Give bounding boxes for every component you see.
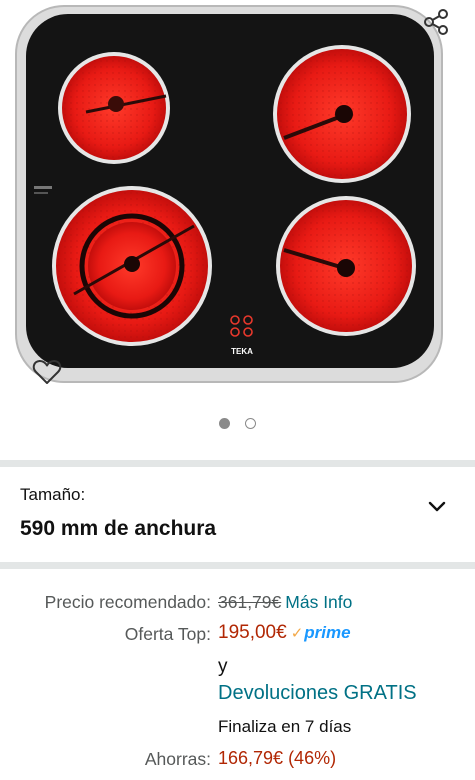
list-price: 361,79€: [218, 592, 282, 612]
list-price-label: Precio recomendado:: [44, 592, 211, 612]
image-gallery: TEKA: [0, 0, 475, 460]
deal-price-label: Oferta Top:: [124, 624, 211, 644]
product-image[interactable]: TEKA: [14, 4, 444, 386]
deal-ends-text: Finaliza en 7 días: [218, 717, 352, 736]
share-button[interactable]: [421, 6, 453, 38]
wishlist-button[interactable]: [30, 356, 64, 388]
gallery-pagination: [0, 418, 475, 429]
brand-logo: TEKA: [231, 347, 253, 356]
section-divider: [0, 562, 475, 569]
savings-value: 166,79€ (46%): [218, 748, 337, 768]
savings-label: Ahorras:: [144, 749, 211, 769]
heart-icon: [32, 359, 62, 384]
deal-price-row: 195,00€ ✓ prime: [218, 622, 351, 644]
share-icon: [424, 9, 448, 35]
section-divider: [0, 460, 475, 467]
prime-badge: ✓ prime: [291, 623, 351, 643]
chevron-down-icon: [428, 501, 446, 512]
list-price-row: 361,79€ Más Info: [218, 592, 352, 613]
gallery-dot-1[interactable]: [219, 418, 230, 429]
more-info-link[interactable]: Más Info: [285, 592, 352, 612]
size-label: Tamaño:: [20, 485, 86, 504]
gallery-dot-2[interactable]: [245, 418, 256, 429]
size-selector[interactable]: Tamaño: 590 mm de anchura: [0, 467, 475, 562]
prime-label: prime: [304, 623, 351, 642]
free-returns-link[interactable]: Devoluciones GRATIS: [218, 682, 417, 705]
connector-text: y: [218, 656, 228, 677]
check-icon: ✓: [290, 625, 304, 642]
deal-price: 195,00€: [218, 622, 287, 643]
size-value: 590 mm de anchura: [20, 517, 217, 540]
